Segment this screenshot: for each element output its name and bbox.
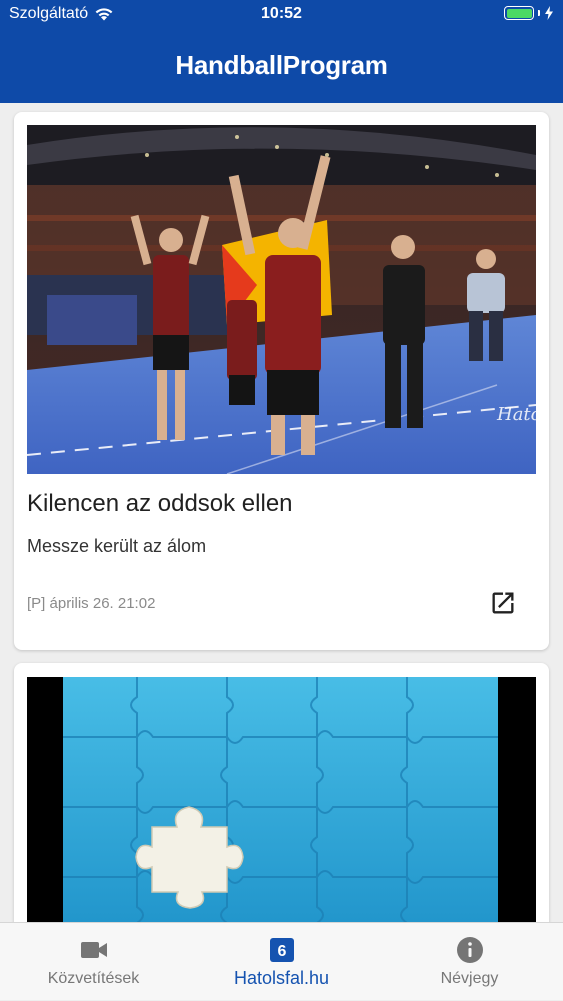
tab-label: Névjegy — [440, 970, 499, 987]
open-external-button[interactable] — [488, 588, 518, 618]
battery-icon — [504, 6, 534, 20]
article-photo[interactable] — [27, 677, 536, 963]
status-bar: Szolgáltató 10:52 — [0, 0, 563, 30]
photo-watermark: Hatolsfal — [496, 404, 536, 425]
info-icon — [456, 936, 484, 964]
tab-nevjegy[interactable]: Névjegy — [376, 923, 563, 1001]
app-header: Szolgáltató 10:52 HandballProgram — [0, 0, 563, 103]
article-title[interactable]: Kilencen az oddsok ellen — [27, 490, 293, 518]
article-meta: [P] április 26. 21:02 — [27, 595, 156, 612]
article-photo[interactable]: Hatolsfal — [27, 125, 536, 474]
tab-kozvetitesek[interactable]: Közvetítések — [0, 923, 187, 1001]
article-card[interactable] — [14, 663, 549, 963]
tab-label: Közvetítések — [47, 970, 140, 987]
bottom-navigation: Közvetítések 6 Hatolsfal.hu Névjegy — [0, 922, 563, 1000]
article-subtitle: Messze került az álom — [27, 536, 207, 556]
status-time: 10:52 — [261, 5, 302, 22]
tab-hatolsfal[interactable]: 6 Hatolsfal.hu — [188, 923, 375, 1001]
open-in-new-icon — [492, 592, 514, 614]
article-card[interactable]: Hatolsfal Kilencen az oddsok ellen Messz… — [14, 112, 549, 650]
video-camera-icon — [80, 936, 108, 964]
six-badge-icon: 6 — [268, 936, 296, 964]
app-title: HandballProgram — [175, 50, 388, 80]
charging-icon — [545, 6, 553, 20]
badge-text: 6 — [277, 943, 286, 960]
tab-label: Hatolsfal.hu — [233, 968, 330, 988]
battery-indicator — [504, 6, 554, 20]
